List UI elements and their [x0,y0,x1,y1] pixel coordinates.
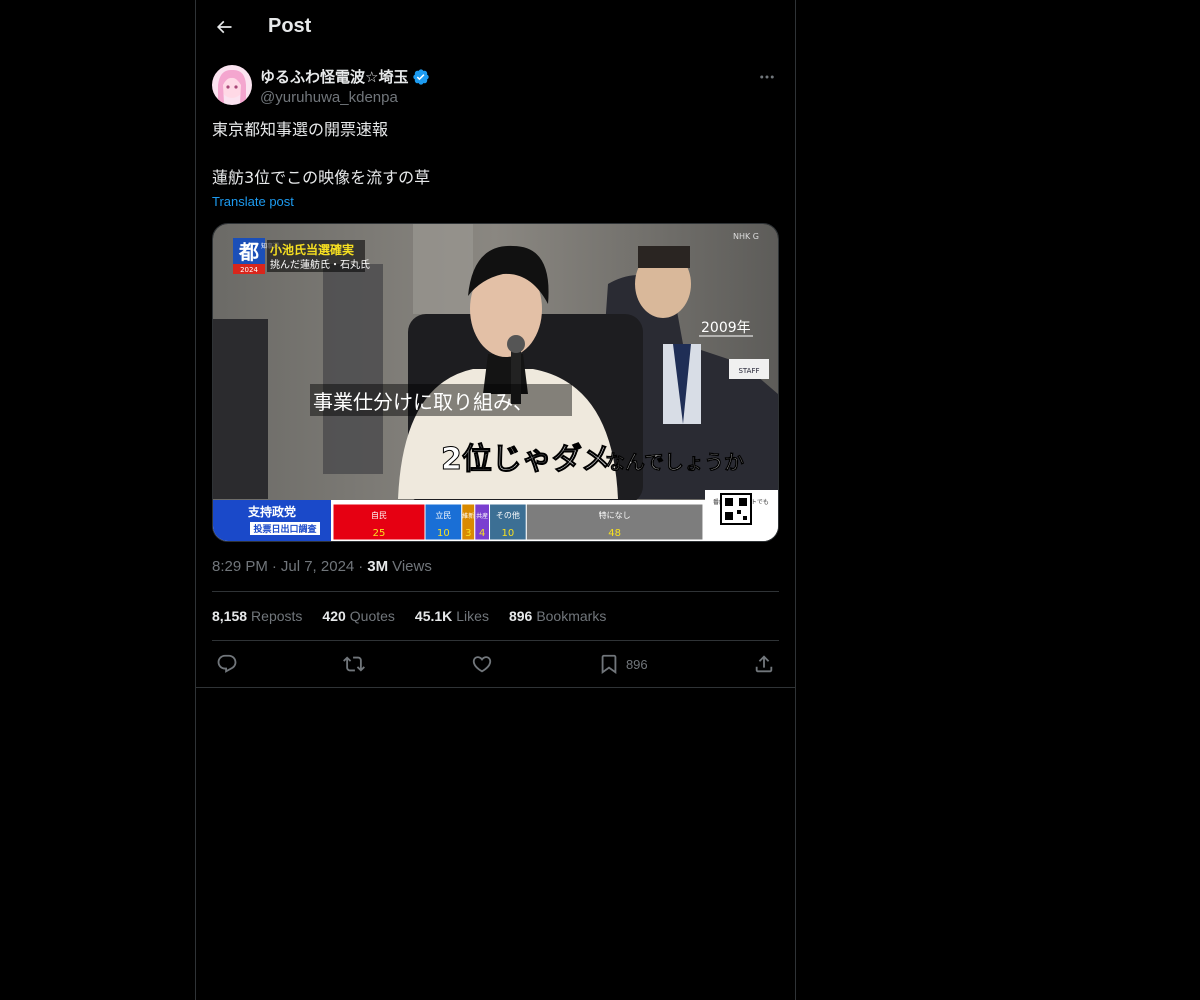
poll-bar-label-4: その他 [496,510,520,520]
media-watermark: NHK G [733,232,759,241]
post-text: 東京都知事選の開票速報 蓮舫3位でこの映像を流すの草 [212,120,431,187]
poll-bar-value-2: 3 [465,528,471,539]
poll-bar-value-1: 10 [437,528,450,539]
media-caption1: 事業仕分けに取り組み、 [313,390,533,414]
bookmarks-count: 896 [508,608,533,624]
bookmark-icon [601,654,617,675]
meta-dot: · [358,558,364,575]
poll-bar-value-5: 48 [608,528,621,539]
views-count: 3M [367,558,389,575]
bookmarks-stat[interactable]: 896 Bookmarks [509,608,606,624]
poll-bar-label-5: 特になし [599,510,631,520]
avatar[interactable] [212,65,252,105]
post-actions: 896 [196,641,795,688]
repost-button[interactable] [343,653,366,675]
post-stats: 8,158 Reposts 420 Quotes 45.1K Likes 896… [212,592,779,641]
author-display-name[interactable]: ゆるふわ怪電波☆埼玉 [260,66,430,87]
likes-label: Likes [456,608,489,624]
bookmark-button[interactable]: 896 [598,653,648,675]
likes-stat[interactable]: 45.1K Likes [415,608,489,624]
arrow-left-icon [216,20,232,33]
likes-count: 45.1K [414,608,453,624]
post-author: ゆるふわ怪電波☆埼玉 @yuruhuwa_kdenpa [212,65,779,106]
media-headline2: 挑んだ蓮舫氏・石丸氏 [270,258,370,271]
views-label: Views [392,558,432,575]
quotes-stat[interactable]: 420 Quotes [322,608,395,624]
reposts-label: Reposts [251,608,303,624]
poll-bar-value-0: 25 [373,528,386,539]
like-button[interactable] [471,653,493,675]
poll-bar-value-3: 4 [479,528,485,539]
share-button[interactable] [753,653,775,675]
post: ゆるふわ怪電波☆埼玉 @yuruhuwa_kdenpa 東京都知事選の開票速報 … [196,53,795,688]
poll-bar-label-0: 自民 [371,510,387,520]
media-headline1: 小池氏当選確実 [270,242,354,257]
quotes-label: Quotes [349,608,395,624]
poll-bar-label-3: 共産 [476,512,488,520]
back-button[interactable] [196,17,252,37]
header: Post [196,0,795,53]
main-column: Post ゆるふわ怪電波☆埼玉 @yuruhuwa_kdenpa 東京都知事選の… [195,0,796,1000]
repost-icon [343,656,366,672]
bookmark-count: 896 [625,656,648,672]
poll-bar-label-1: 立民 [435,510,451,520]
poll-title: 支持政党 [247,504,296,519]
media-caption2-small: なんでしょうか [605,450,744,474]
media-staff-card: STAFF [738,367,759,375]
quotes-count: 420 [322,608,346,624]
post-meta: 8:29 PM · Jul 7, 2024 · 3M Views [212,542,779,592]
poll-subtitle: 投票日出口調査 [253,523,317,535]
reply-button[interactable] [216,653,238,675]
reply-icon [217,654,237,673]
poll-bar-label-2: 維新 [462,512,474,520]
meta-dot: · [271,558,277,575]
reposts-stat[interactable]: 8,158 Reposts [212,608,302,624]
author-handle[interactable]: @yuruhuwa_kdenpa [260,89,430,106]
media-caption2-big: 2位じゃダメ [441,442,611,477]
translate-post-link[interactable]: Translate post [212,194,294,209]
share-icon [755,655,773,673]
bookmarks-label: Bookmarks [536,608,607,624]
reposts-count: 8,158 [212,608,248,624]
post-date[interactable]: Jul 7, 2024 [281,558,354,575]
verified-badge-icon [413,68,430,85]
more-icon [760,75,774,79]
media-badge-year: 2024 [240,266,258,274]
post-video[interactable]: 都 2024 知事選 小池氏当選確実 挑んだ蓮舫氏・石丸氏 NHK G 2009… [212,223,779,542]
display-name-text: ゆるふわ怪電波☆埼玉 [260,69,409,86]
author-names: ゆるふわ怪電波☆埼玉 @yuruhuwa_kdenpa [260,65,430,106]
more-options-button[interactable] [755,65,779,89]
heart-icon [472,656,491,673]
media-badge-main: 都 [238,240,259,264]
media-year-caption: 2009年 [701,320,751,336]
page-title: Post [268,15,312,37]
post-time[interactable]: 8:29 PM [212,558,268,575]
poll-bars: 自民 25 立民 10 維新 3 共産 4 その他 10 特になし 48 [332,503,704,541]
poll-bar-value-4: 10 [502,528,515,539]
